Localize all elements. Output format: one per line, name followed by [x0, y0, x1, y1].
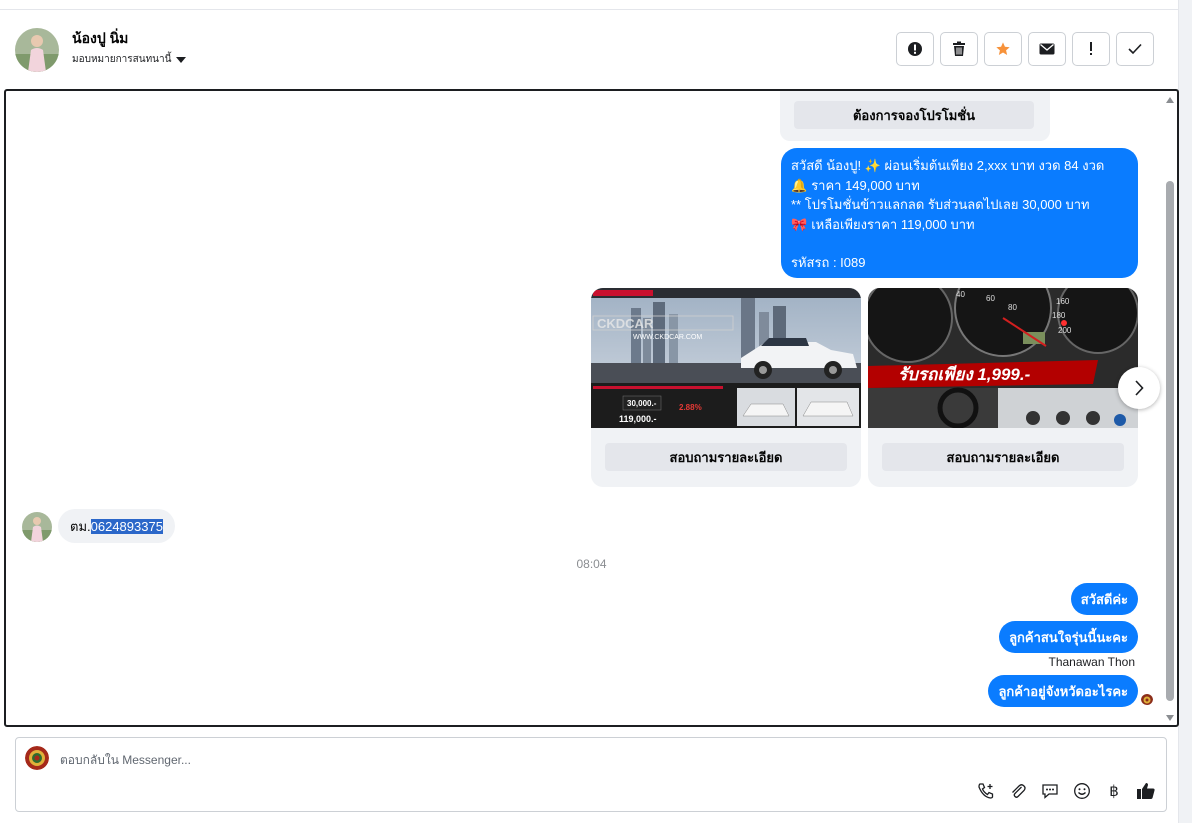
page-scroll-gutter[interactable] — [1178, 0, 1192, 823]
composer-toolbar: ฿ — [976, 780, 1156, 802]
outgoing-message-bubble[interactable]: ลูกค้าอยู่จังหวัดอะไรคะ — [988, 675, 1138, 707]
interest-rate-text: 2.88% — [679, 403, 702, 412]
incoming-message-bubble[interactable]: ตม. 0624893375 — [58, 509, 175, 543]
report-spam-button[interactable] — [896, 32, 934, 66]
promo-line-4-text: เหลือเพียงราคา 119,000 บาท — [811, 216, 975, 232]
baht-icon[interactable]: ฿ — [1104, 780, 1124, 802]
gauge-tick: 160 — [1056, 297, 1070, 306]
emoji-icon[interactable] — [1072, 780, 1092, 802]
promo-message-bubble: สวัสดี น้องปู! ✨ ผ่อนเริ่มต้นเพียง 2,xxx… — [781, 148, 1138, 278]
product-card: CKDCAR WWW.CKDCAR.COM 30,000.- 119,000.-… — [591, 288, 861, 487]
check-icon — [1128, 43, 1142, 55]
envelope-icon — [1039, 43, 1055, 55]
assign-label: มอบหมายการสนทนานี้ — [72, 54, 172, 65]
seen-avatar-indicator — [1141, 693, 1153, 705]
promo-line-3: ** โปรโมชั่นข้าวแลกลด รับส่วนลดไปเลย 30,… — [791, 197, 1090, 212]
delete-button[interactable] — [940, 32, 978, 66]
promo-line-5: รหัสรถ : I089 — [791, 255, 866, 270]
page-avatar — [25, 746, 49, 770]
mark-done-button[interactable] — [1116, 32, 1154, 66]
conversation-header: น้องปู นิ่ม มอบหมายการสนทนานี้ — [0, 10, 1178, 90]
call-add-icon[interactable] — [976, 780, 996, 802]
final-price-text: 119,000.- — [619, 414, 657, 424]
star-button[interactable] — [984, 32, 1022, 66]
reply-composer: ฿ — [15, 737, 1167, 812]
reply-input[interactable] — [60, 750, 860, 770]
selected-phone-number[interactable]: 0624893375 — [90, 518, 163, 534]
trash-icon — [953, 41, 965, 56]
promo-line-2: 🔔 ราคา 149,000 บาท — [791, 176, 1128, 196]
outgoing-message-bubble[interactable]: ลูกค้าสนใจรุ่นนี้นะคะ — [999, 621, 1138, 653]
message-thread[interactable]: ต้องการจองโปรโมชั่น สวัสดี น้องปู! ✨ ผ่อ… — [4, 89, 1179, 727]
assign-conversation-dropdown[interactable]: มอบหมายการสนทนานี้ — [72, 52, 187, 67]
message-timestamp: 08:04 — [576, 557, 607, 571]
ribbon-icon: 🎀 — [791, 216, 808, 232]
car-promo-image[interactable]: CKDCAR WWW.CKDCAR.COM 30,000.- 119,000.-… — [591, 288, 861, 428]
gauge-tick: 200 — [1058, 326, 1072, 335]
paperclip-icon[interactable] — [1008, 780, 1028, 802]
discount-price-text: 30,000.- — [627, 399, 657, 408]
carousel-next-button[interactable] — [1118, 367, 1160, 409]
exclamation-icon — [1090, 42, 1092, 55]
product-card: 40 60 80 160 180 200 รับรถเพียง 1,999.- — [868, 288, 1138, 487]
scroll-up-arrow-icon[interactable] — [1166, 97, 1174, 103]
quick-reply-card: ต้องการจองโปรโมชั่น — [780, 91, 1050, 141]
ask-details-button[interactable]: สอบถามรายละเอียด — [605, 443, 847, 471]
contact-name[interactable]: น้องปู นิ่ม — [72, 28, 128, 50]
thumbs-up-icon[interactable] — [1136, 780, 1156, 802]
mark-unread-button[interactable] — [1028, 32, 1066, 66]
chevron-down-icon — [176, 56, 187, 63]
contact-avatar-small[interactable] — [22, 512, 52, 542]
saved-reply-icon[interactable] — [1040, 780, 1060, 802]
sender-name: Thanawan Thon — [1048, 655, 1135, 669]
promo-line-2-text: ราคา 149,000 บาท — [811, 177, 920, 193]
contact-avatar[interactable] — [15, 28, 59, 72]
gauge-tick: 80 — [1008, 303, 1017, 312]
book-promotion-button[interactable]: ต้องการจองโปรโมชั่น — [794, 101, 1034, 129]
gauge-tick: 40 — [956, 290, 965, 299]
promo-price-text: รับรถเพียง 1,999.- — [898, 365, 1031, 384]
thread-scrollbar[interactable] — [1165, 95, 1175, 723]
message-prefix: ตม. — [70, 518, 91, 534]
bell-icon: 🔔 — [791, 177, 808, 193]
alert-circle-icon — [908, 42, 922, 56]
gauge-tick: 60 — [986, 294, 995, 303]
outgoing-message-bubble[interactable]: สวัสดีค่ะ — [1070, 583, 1138, 615]
promo-line-1: สวัสดี น้องปู! ✨ ผ่อนเริ่มต้นเพียง 2,xxx… — [791, 158, 1105, 173]
scroll-down-arrow-icon[interactable] — [1166, 715, 1174, 721]
follow-up-button[interactable] — [1072, 32, 1110, 66]
website-text: WWW.CKDCAR.COM — [633, 334, 702, 341]
brand-watermark: CKDCAR — [597, 316, 654, 331]
gauge-tick: 180 — [1052, 311, 1066, 320]
scroll-thumb[interactable] — [1166, 181, 1174, 701]
star-icon — [996, 42, 1010, 55]
conversation-actions — [896, 32, 1154, 66]
inbox-conversation-view: น้องปู นิ่ม มอบหมายการสนทนานี้ ต้องการจอ… — [0, 0, 1192, 823]
ask-details-button[interactable]: สอบถามรายละเอียด — [882, 443, 1124, 471]
car-interior-promo-image[interactable]: 40 60 80 160 180 200 รับรถเพียง 1,999.- — [868, 288, 1138, 428]
promo-line-4: 🎀 เหลือเพียงราคา 119,000 บาท — [791, 215, 1128, 235]
chevron-right-icon — [1135, 380, 1144, 396]
